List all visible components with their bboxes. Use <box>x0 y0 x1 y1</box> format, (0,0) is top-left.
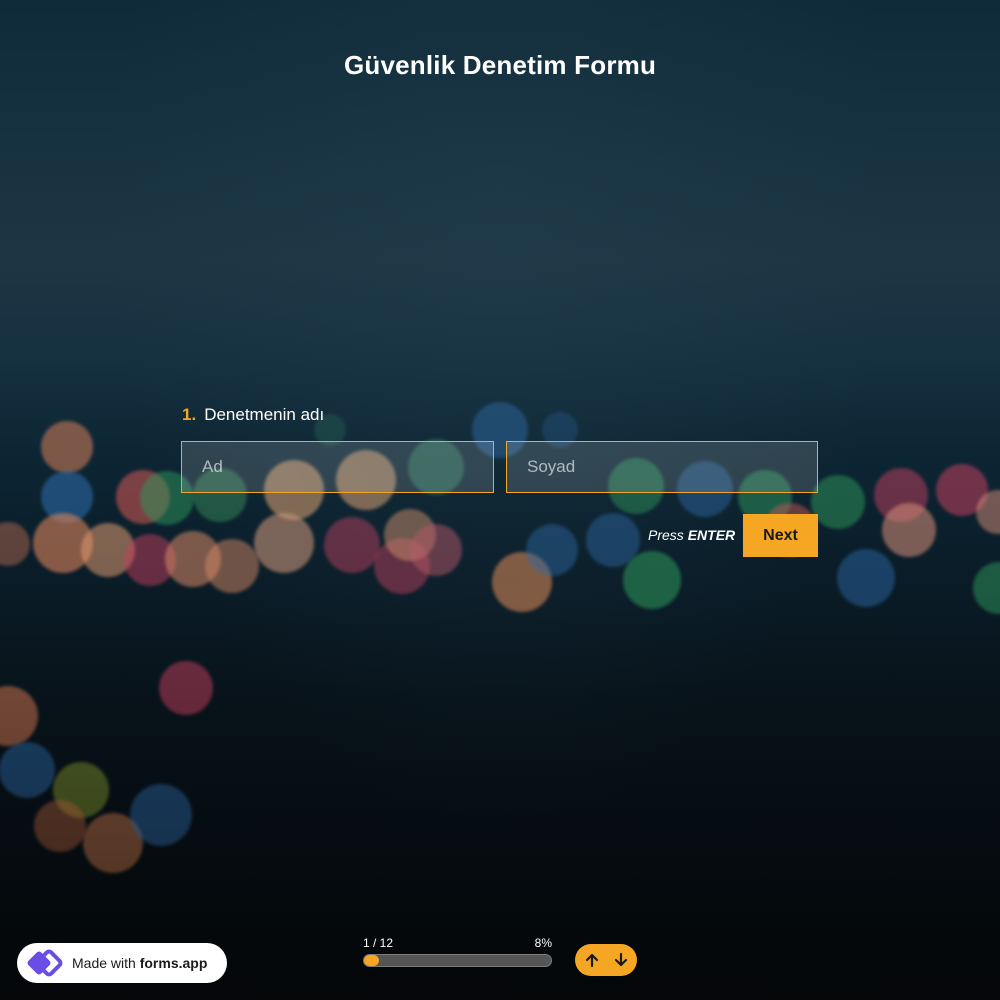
press-hint-key: ENTER <box>687 527 736 543</box>
question-header: 1. Denetmenin adı <box>182 405 324 425</box>
first-name-input[interactable] <box>181 441 494 493</box>
badge-brand: forms.app <box>139 955 208 971</box>
arrow-up-icon[interactable] <box>579 947 605 973</box>
made-with-forms-app-badge[interactable]: Made with forms.app <box>17 943 227 983</box>
last-name-input[interactable] <box>506 441 818 493</box>
question-navigation <box>575 944 637 976</box>
press-hint-prefix: Press <box>648 527 684 543</box>
badge-prefix: Made with <box>72 955 136 971</box>
form-title: Güvenlik Denetim Formu <box>343 50 657 80</box>
progress-step-text: 1 / 12 <box>363 936 394 950</box>
progress-fill <box>364 955 379 966</box>
question-label: Denetmenin adı <box>204 405 325 424</box>
question-number: 1. <box>182 405 197 424</box>
progress-indicator: 1 / 12 8% <box>363 936 552 967</box>
badge-text: Made with forms.app <box>72 955 207 971</box>
progress-track <box>363 954 552 967</box>
press-enter-hint: Press ENTER <box>648 527 735 543</box>
form-page: Güvenlik Denetim Formu 1. Denetmenin adı… <box>0 0 1000 1000</box>
forms-app-logo-icon <box>26 948 64 978</box>
next-button[interactable]: Next <box>743 514 818 557</box>
arrow-down-icon[interactable] <box>608 947 634 973</box>
progress-percent-text: 8% <box>534 936 552 950</box>
